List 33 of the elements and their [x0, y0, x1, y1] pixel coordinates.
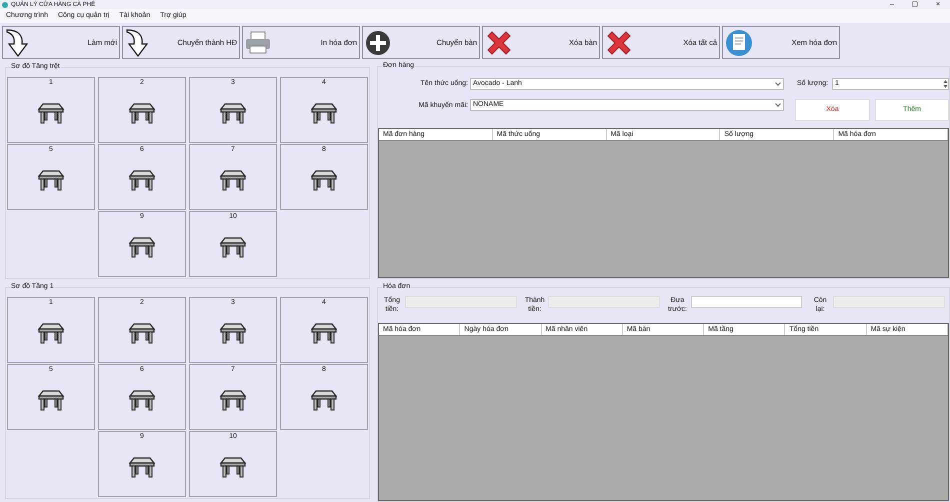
- table-icon: [219, 169, 247, 191]
- amount-field[interactable]: [548, 296, 660, 308]
- table-icon: [37, 322, 65, 344]
- amount-field[interactable]: [405, 296, 517, 308]
- table-icon: [310, 102, 338, 124]
- amount-field[interactable]: [690, 296, 802, 308]
- table-icon: [219, 236, 247, 258]
- app-icon: [2, 2, 8, 8]
- table-icon: [128, 456, 156, 478]
- table-icon: [37, 169, 65, 191]
- table-icon: [310, 169, 338, 191]
- cross-icon: [605, 28, 633, 56]
- table-icon: [128, 322, 156, 344]
- chevron-icon: [775, 101, 781, 107]
- table-icon: [128, 102, 156, 124]
- table-icon: [219, 389, 247, 411]
- table-icon: [37, 389, 65, 411]
- table-icon: [219, 456, 247, 478]
- plus-icon: [365, 30, 391, 56]
- receipt-icon: [725, 28, 753, 56]
- cross-icon: [485, 28, 513, 56]
- table-icon: [128, 169, 156, 191]
- table-icon: [310, 322, 338, 344]
- table-icon: [310, 389, 338, 411]
- table-icon: [219, 102, 247, 124]
- table-icon: [37, 102, 65, 124]
- printer-icon: [245, 30, 271, 54]
- amount-field[interactable]: [833, 296, 945, 308]
- spin-arrows-icon: [943, 79, 948, 89]
- chevron-icon: [775, 80, 781, 86]
- table-icon: [128, 389, 156, 411]
- table-icon: [128, 236, 156, 258]
- table-icon: [219, 322, 247, 344]
